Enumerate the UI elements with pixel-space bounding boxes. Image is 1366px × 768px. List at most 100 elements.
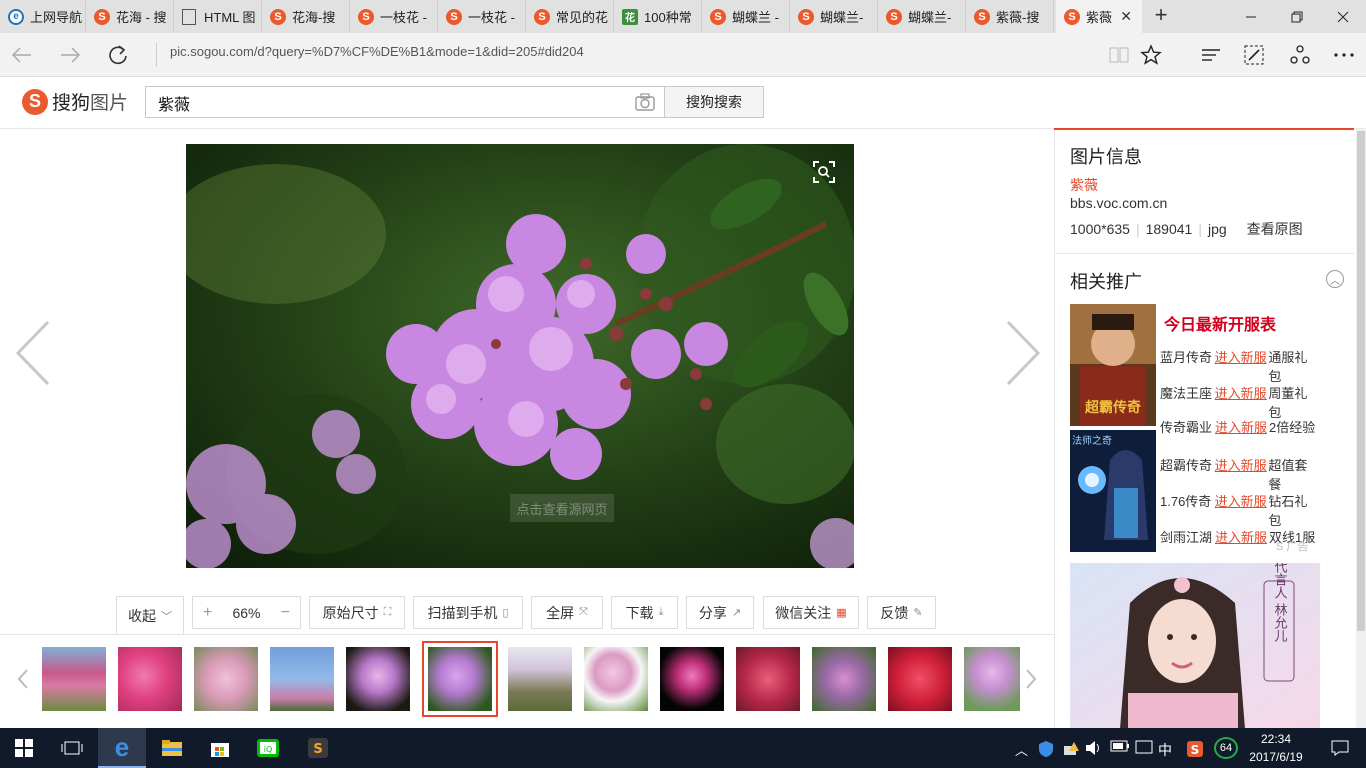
ad-row[interactable]: 魔法王座 进入新服 周董礼包 xyxy=(1160,383,1320,421)
start-button[interactable] xyxy=(0,728,48,768)
browser-tab[interactable]: S 常见的花 xyxy=(526,0,614,33)
thumbnails-next-button[interactable] xyxy=(1024,668,1038,690)
address-bar[interactable]: pic.sogou.com/d?query=%D7%CF%DE%B1&mode=… xyxy=(170,44,584,59)
thumbnail[interactable] xyxy=(194,647,258,711)
ad-enter-link[interactable]: 进入新服 xyxy=(1215,383,1269,421)
ad-heading[interactable]: 今日最新开服表 xyxy=(1164,311,1276,335)
notifications-button[interactable] xyxy=(1318,728,1362,768)
restore-button[interactable] xyxy=(1274,0,1320,33)
close-tab-icon[interactable]: ✕ xyxy=(1120,8,1132,25)
ad-row[interactable]: 蓝月传奇 进入新服 通服礼包 xyxy=(1160,347,1320,385)
browser-tab[interactable]: e 上网导航 xyxy=(0,0,86,33)
security-shield-icon[interactable] xyxy=(1038,740,1054,761)
original-size-button[interactable]: 原始尺寸 ⛶ xyxy=(309,596,405,629)
zoom-magnifier-icon[interactable] xyxy=(812,160,836,187)
ad-row[interactable]: 传奇霸业 进入新服 2倍经验 xyxy=(1160,417,1320,436)
clock-date[interactable]: 2017/6/19 xyxy=(1242,750,1310,764)
taskbar-explorer-button[interactable] xyxy=(148,728,196,768)
task-view-button[interactable] xyxy=(48,728,96,768)
browser-tab[interactable]: 花 100种常 xyxy=(614,0,702,33)
download-button[interactable]: 下载 ⤓ xyxy=(611,596,678,629)
source-domain-link[interactable]: bbs.voc.com.cn xyxy=(1070,195,1167,211)
thumbnails-prev-button[interactable] xyxy=(16,668,30,690)
search-button[interactable]: 搜狗搜索 xyxy=(664,86,764,118)
view-source-page-button[interactable]: 点击查看源网页 xyxy=(510,494,614,522)
action-center-small-icon[interactable] xyxy=(1135,740,1153,757)
thumbnail[interactable] xyxy=(584,647,648,711)
taskbar-edge-button[interactable]: e xyxy=(98,728,146,768)
previous-image-button[interactable] xyxy=(14,318,54,388)
ad-enter-link[interactable]: 进入新服 xyxy=(1215,347,1269,385)
browser-tab[interactable]: S 紫薇-搜 xyxy=(966,0,1054,33)
camera-icon[interactable] xyxy=(634,92,656,115)
search-input[interactable] xyxy=(156,93,616,113)
thumbnail[interactable] xyxy=(660,647,724,711)
volume-icon[interactable] xyxy=(1085,740,1103,759)
share-page-button[interactable] xyxy=(1284,39,1316,71)
fullscreen-button[interactable]: 全屏 ⤧ xyxy=(531,596,603,629)
zoom-in-button[interactable]: + xyxy=(203,604,212,622)
thumbnail[interactable] xyxy=(964,647,1020,711)
forward-button[interactable] xyxy=(54,39,86,71)
share-button[interactable]: 分享 ↗ xyxy=(686,596,754,629)
browser-tab[interactable]: S 蝴蝶兰- xyxy=(878,0,966,33)
reading-view-button[interactable] xyxy=(1103,39,1135,71)
ad-enter-link[interactable]: 进入新服 xyxy=(1215,527,1269,546)
browser-tab[interactable]: HTML 图 xyxy=(174,0,262,33)
browser-tab[interactable]: S 蝴蝶兰 - xyxy=(702,0,790,33)
browser-tab[interactable]: S 蝴蝶兰- xyxy=(790,0,878,33)
ad-enter-link[interactable]: 进入新服 xyxy=(1215,417,1269,436)
ad-banner[interactable]: 代言人 林允儿 xyxy=(1070,563,1320,729)
minimize-button[interactable] xyxy=(1228,0,1274,33)
thumbnail[interactable] xyxy=(888,647,952,711)
feedback-button[interactable]: 反馈 ✎ xyxy=(867,596,936,629)
battery-icon[interactable] xyxy=(1110,740,1130,755)
thumbnail[interactable] xyxy=(508,647,572,711)
image-name-link[interactable]: 紫薇 xyxy=(1070,175,1098,195)
network-warning-icon[interactable] xyxy=(1062,740,1080,759)
view-original-link[interactable]: 查看原图 xyxy=(1247,219,1303,239)
taskbar-sublime-button[interactable]: S xyxy=(294,728,342,768)
browser-tab[interactable]: S 一枝花 - xyxy=(350,0,438,33)
clock-time[interactable]: 22:34 xyxy=(1248,732,1304,746)
next-image-button[interactable] xyxy=(1002,318,1042,388)
zoom-out-button[interactable]: − xyxy=(281,604,290,622)
sogou-logo[interactable]: S 搜狗 图片 xyxy=(22,88,128,115)
browser-tab[interactable]: S 花海 - 搜 xyxy=(86,0,174,33)
back-button[interactable] xyxy=(6,39,38,71)
taskbar-store-button[interactable] xyxy=(196,728,244,768)
sogou-ime-icon[interactable]: S xyxy=(1186,740,1204,761)
show-hidden-icons-button[interactable]: ︿ xyxy=(1015,740,1028,759)
performance-badge[interactable]: 64 xyxy=(1214,737,1238,759)
thumbnail[interactable] xyxy=(736,647,800,711)
browser-tab[interactable]: S 花海-搜 xyxy=(262,0,350,33)
thumbnail[interactable] xyxy=(346,647,410,711)
scrollbar-thumb[interactable] xyxy=(1357,131,1365,631)
taskbar-iqiyi-button[interactable]: iQ xyxy=(244,728,292,768)
scan-to-phone-button[interactable]: 扫描到手机 ▯ xyxy=(413,596,523,629)
ad-game-poster[interactable]: 超霸传奇 xyxy=(1070,304,1156,426)
ad-row[interactable]: 1.76传奇 进入新服 钻石礼包 xyxy=(1160,491,1320,529)
hub-button[interactable] xyxy=(1195,39,1227,71)
refresh-button[interactable] xyxy=(102,39,134,71)
collapse-promo-icon[interactable]: ︿ xyxy=(1326,270,1344,288)
thumbnail[interactable] xyxy=(42,647,106,711)
favorite-button[interactable] xyxy=(1135,39,1167,71)
new-tab-button[interactable]: + xyxy=(1150,4,1172,27)
ad-game-poster[interactable]: 法师之奇 xyxy=(1070,430,1156,552)
thumbnail[interactable] xyxy=(812,647,876,711)
ime-indicator[interactable]: 中 xyxy=(1158,740,1172,760)
collapse-button[interactable]: 收起 ﹀ xyxy=(116,596,184,634)
browser-tab-active[interactable]: S 紫薇 ✕ xyxy=(1056,0,1142,33)
ad-enter-link[interactable]: 进入新服 xyxy=(1215,491,1269,529)
web-note-button[interactable] xyxy=(1238,39,1270,71)
thumbnail[interactable] xyxy=(270,647,334,711)
thumbnail-selected[interactable] xyxy=(422,641,498,717)
ad-row[interactable]: 超霸传奇 进入新服 超值套餐 xyxy=(1160,455,1320,493)
close-window-button[interactable] xyxy=(1320,0,1366,33)
ad-enter-link[interactable]: 进入新服 xyxy=(1215,455,1269,493)
browser-tab[interactable]: S 一枝花 - xyxy=(438,0,526,33)
thumbnail[interactable] xyxy=(118,647,182,711)
wechat-follow-button[interactable]: 微信关注 ▦ xyxy=(763,596,859,629)
more-button[interactable] xyxy=(1328,39,1360,71)
